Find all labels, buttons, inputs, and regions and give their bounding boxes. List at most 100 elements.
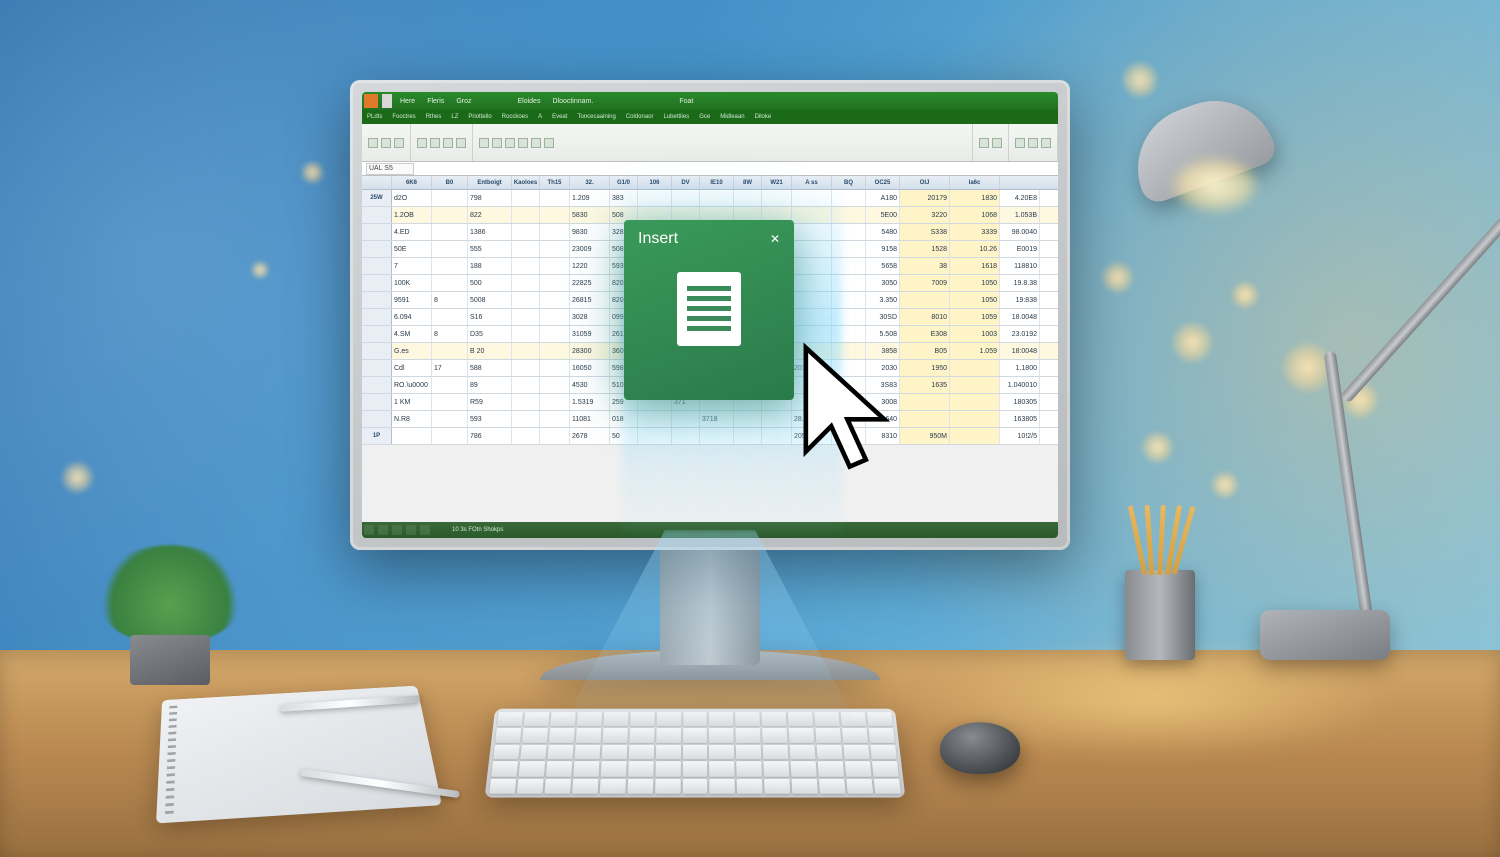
cell[interactable]: 1.209 [570, 190, 610, 206]
task-icon[interactable] [406, 525, 416, 535]
cell[interactable]: 1068 [950, 207, 1000, 223]
cell[interactable]: 1050 [950, 292, 1000, 308]
menu-item[interactable]: Fleris [427, 98, 444, 105]
cell[interactable]: 588 [468, 360, 512, 376]
row-header[interactable] [362, 360, 392, 376]
cell[interactable]: 500 [468, 275, 512, 291]
tool-icon[interactable] [443, 138, 453, 148]
cell[interactable] [512, 360, 540, 376]
row-header[interactable] [362, 309, 392, 325]
ribbon-tab[interactable]: Rocckoes [502, 114, 528, 120]
cell[interactable]: 5658 [866, 258, 900, 274]
cell[interactable] [432, 190, 468, 206]
cell[interactable]: 8010 [900, 309, 950, 325]
cell[interactable] [900, 292, 950, 308]
cell[interactable] [512, 241, 540, 257]
cell[interactable]: 4.SM [392, 326, 432, 342]
tool-icon[interactable] [381, 138, 391, 148]
cell[interactable]: 11081 [570, 411, 610, 427]
cell[interactable]: 50 [610, 428, 638, 444]
cell[interactable]: RO.\u0000 [392, 377, 432, 393]
cell[interactable]: 17 [432, 360, 468, 376]
cell[interactable] [540, 275, 570, 291]
cell[interactable] [950, 394, 1000, 410]
cell[interactable]: 018 [610, 411, 638, 427]
ribbon-tab[interactable]: Lubettlies [664, 114, 690, 120]
cell[interactable]: N.R8 [392, 411, 432, 427]
row-header[interactable] [362, 343, 392, 359]
cell[interactable] [432, 411, 468, 427]
cell[interactable] [432, 241, 468, 257]
ribbon-tab[interactable]: A [538, 114, 542, 120]
tool-icon[interactable] [368, 138, 378, 148]
cell[interactable] [512, 309, 540, 325]
cell[interactable]: 3339 [950, 224, 1000, 240]
cell[interactable]: d2O [392, 190, 432, 206]
cell[interactable] [734, 190, 762, 206]
cell[interactable]: 8 [432, 292, 468, 308]
cell[interactable]: 1003 [950, 326, 1000, 342]
cell[interactable]: 5008 [468, 292, 512, 308]
tool-icon[interactable] [992, 138, 1002, 148]
cell[interactable]: 3718 [700, 411, 734, 427]
cell[interactable] [950, 377, 1000, 393]
column-header[interactable]: 6K6 [392, 176, 432, 189]
row-header[interactable] [362, 411, 392, 427]
cell[interactable] [432, 275, 468, 291]
ribbon-tab[interactable]: Gce [699, 114, 710, 120]
row-header[interactable] [362, 275, 392, 291]
cell[interactable]: 9830 [570, 224, 610, 240]
cell[interactable] [540, 326, 570, 342]
cell[interactable]: 1.059 [950, 343, 1000, 359]
column-header[interactable]: A ss [792, 176, 832, 189]
task-icon[interactable] [378, 525, 388, 535]
tool-icon[interactable] [417, 138, 427, 148]
column-header[interactable]: G1/0 [610, 176, 638, 189]
ribbon-tab[interactable]: Eveat [552, 114, 567, 120]
cell[interactable]: S16 [468, 309, 512, 325]
cell[interactable] [432, 394, 468, 410]
cell[interactable] [512, 224, 540, 240]
cell[interactable]: 6.094 [392, 309, 432, 325]
cell[interactable]: 98.0040 [1000, 224, 1040, 240]
cell[interactable]: 19.8.38 [1000, 275, 1040, 291]
cell[interactable] [832, 190, 866, 206]
ribbon-tab[interactable]: PLdts [367, 114, 382, 120]
cell[interactable] [950, 411, 1000, 427]
cell[interactable] [540, 292, 570, 308]
ribbon-tab[interactable]: Coldonaor [626, 114, 654, 120]
cell[interactable] [540, 190, 570, 206]
name-box[interactable]: UAL S5 [366, 163, 414, 175]
row-header[interactable] [362, 207, 392, 223]
cell[interactable] [540, 377, 570, 393]
cell[interactable] [512, 275, 540, 291]
cell[interactable] [734, 428, 762, 444]
cell[interactable] [512, 343, 540, 359]
cell[interactable]: 1386 [468, 224, 512, 240]
tool-icon[interactable] [531, 138, 541, 148]
cell[interactable]: 10.26 [950, 241, 1000, 257]
cell[interactable]: E0019 [1000, 241, 1040, 257]
cell[interactable] [832, 207, 866, 223]
cell[interactable] [672, 428, 700, 444]
cell[interactable]: A180 [866, 190, 900, 206]
cell[interactable] [540, 207, 570, 223]
cell[interactable]: 1528 [900, 241, 950, 257]
cell[interactable]: 1050 [950, 275, 1000, 291]
cell[interactable] [512, 258, 540, 274]
cell[interactable]: 100K [392, 275, 432, 291]
cell[interactable] [700, 190, 734, 206]
column-header[interactable]: Kaoloes [512, 176, 540, 189]
close-icon[interactable]: ✕ [770, 232, 780, 246]
cell[interactable]: 2678 [570, 428, 610, 444]
cell[interactable]: 180305 [1000, 394, 1040, 410]
tool-icon[interactable] [394, 138, 404, 148]
cell[interactable] [432, 343, 468, 359]
row-header[interactable] [362, 292, 392, 308]
cell[interactable]: G.es [392, 343, 432, 359]
cell[interactable] [512, 411, 540, 427]
cell[interactable]: 1.040010 [1000, 377, 1040, 393]
column-header[interactable]: OIJ [900, 176, 950, 189]
ribbon-tab[interactable]: LZ [451, 114, 458, 120]
tool-icon[interactable] [1041, 138, 1051, 148]
